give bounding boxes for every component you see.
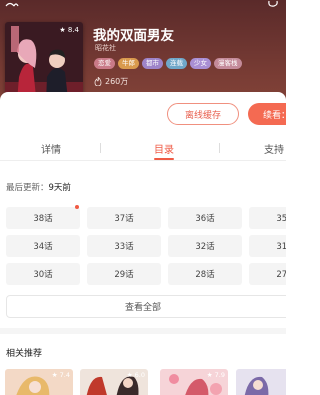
last-update-value: 9天前 [48, 183, 71, 193]
chapter-button[interactable]: 33话 [87, 235, 161, 257]
publisher: 昭花社 [95, 44, 116, 52]
chapter-button[interactable]: 36话 [168, 207, 242, 229]
chapter-button[interactable]: 31话 [249, 235, 286, 257]
chapter-button[interactable]: 34话 [6, 235, 80, 257]
recommend-rating: ★ 6.0 [126, 371, 145, 379]
comic-title: 我的双面男友 [93, 28, 174, 44]
comic-detail-page: ★ 8.4 我的双面男友 昭花社 恋爱 牛郎 都市 连载 少女 漫客栈 260万… [0, 0, 286, 395]
tab-separator [100, 143, 101, 153]
last-update: 最后更新：9天前 [6, 181, 71, 193]
views: 260万 [94, 76, 128, 87]
recommend-rating: ★ 7.4 [51, 371, 70, 379]
chapter-button[interactable]: 28话 [168, 263, 242, 285]
continue-reading-button[interactable]: 续看： [248, 103, 286, 125]
chapter-button[interactable]: 29话 [87, 263, 161, 285]
fire-icon [94, 77, 102, 86]
cover-rating: ★ 8.4 [59, 26, 79, 34]
views-count: 260万 [105, 77, 129, 86]
section-divider [0, 328, 286, 334]
chapter-button[interactable]: 37话 [87, 207, 161, 229]
recommend-rating: ★ 7.9 [206, 371, 225, 379]
cover-rating-value: 8.4 [67, 26, 79, 34]
tab-separator [219, 143, 220, 153]
chapter-button[interactable]: 27话 [249, 263, 286, 285]
view-all-button[interactable]: 查看全部 [6, 295, 286, 318]
chapter-button[interactable]: 35话 [249, 207, 286, 229]
recommend-rating-value: 6.0 [134, 371, 145, 379]
recommend-item[interactable]: ★ 6.0 [80, 369, 148, 395]
last-update-label: 最后更新： [6, 183, 49, 193]
offline-cache-button[interactable]: 离线缓存 [167, 103, 239, 125]
tag[interactable]: 恋爱 [94, 58, 115, 69]
recommend-item[interactable]: ★ 7.4 [5, 369, 73, 395]
chapter-button[interactable]: 30话 [6, 263, 80, 285]
new-chapter-dot [75, 205, 79, 209]
tab-catalog[interactable]: 目录 [154, 141, 174, 156]
recommend-rating-value: 7.9 [214, 371, 225, 379]
tab-support[interactable]: 支持 [264, 141, 284, 156]
tag[interactable]: 都市 [142, 58, 163, 69]
tag[interactable]: 连载 [166, 58, 187, 69]
back-icon[interactable] [4, 0, 20, 8]
recommend-title: 相关推荐 [6, 349, 43, 359]
recommend-cover [236, 369, 286, 395]
recommend-item[interactable] [236, 369, 286, 395]
tab-details[interactable]: 详情 [41, 141, 61, 156]
tag[interactable]: 漫客栈 [214, 58, 242, 69]
recommend-item[interactable]: ★ 7.9 [160, 369, 228, 395]
chapter-button[interactable]: 38话 [6, 207, 80, 229]
share-icon[interactable] [266, 0, 280, 8]
tag[interactable]: 牛郎 [118, 58, 139, 69]
tab-bar: 详情 目录 支持 [0, 135, 286, 161]
chapter-button[interactable]: 32话 [168, 235, 242, 257]
tag-list: 恋爱 牛郎 都市 连载 少女 漫客栈 [94, 58, 242, 69]
recommend-rating-value: 7.4 [59, 371, 70, 379]
tab-active-indicator [154, 158, 174, 160]
tag[interactable]: 少女 [190, 58, 211, 69]
